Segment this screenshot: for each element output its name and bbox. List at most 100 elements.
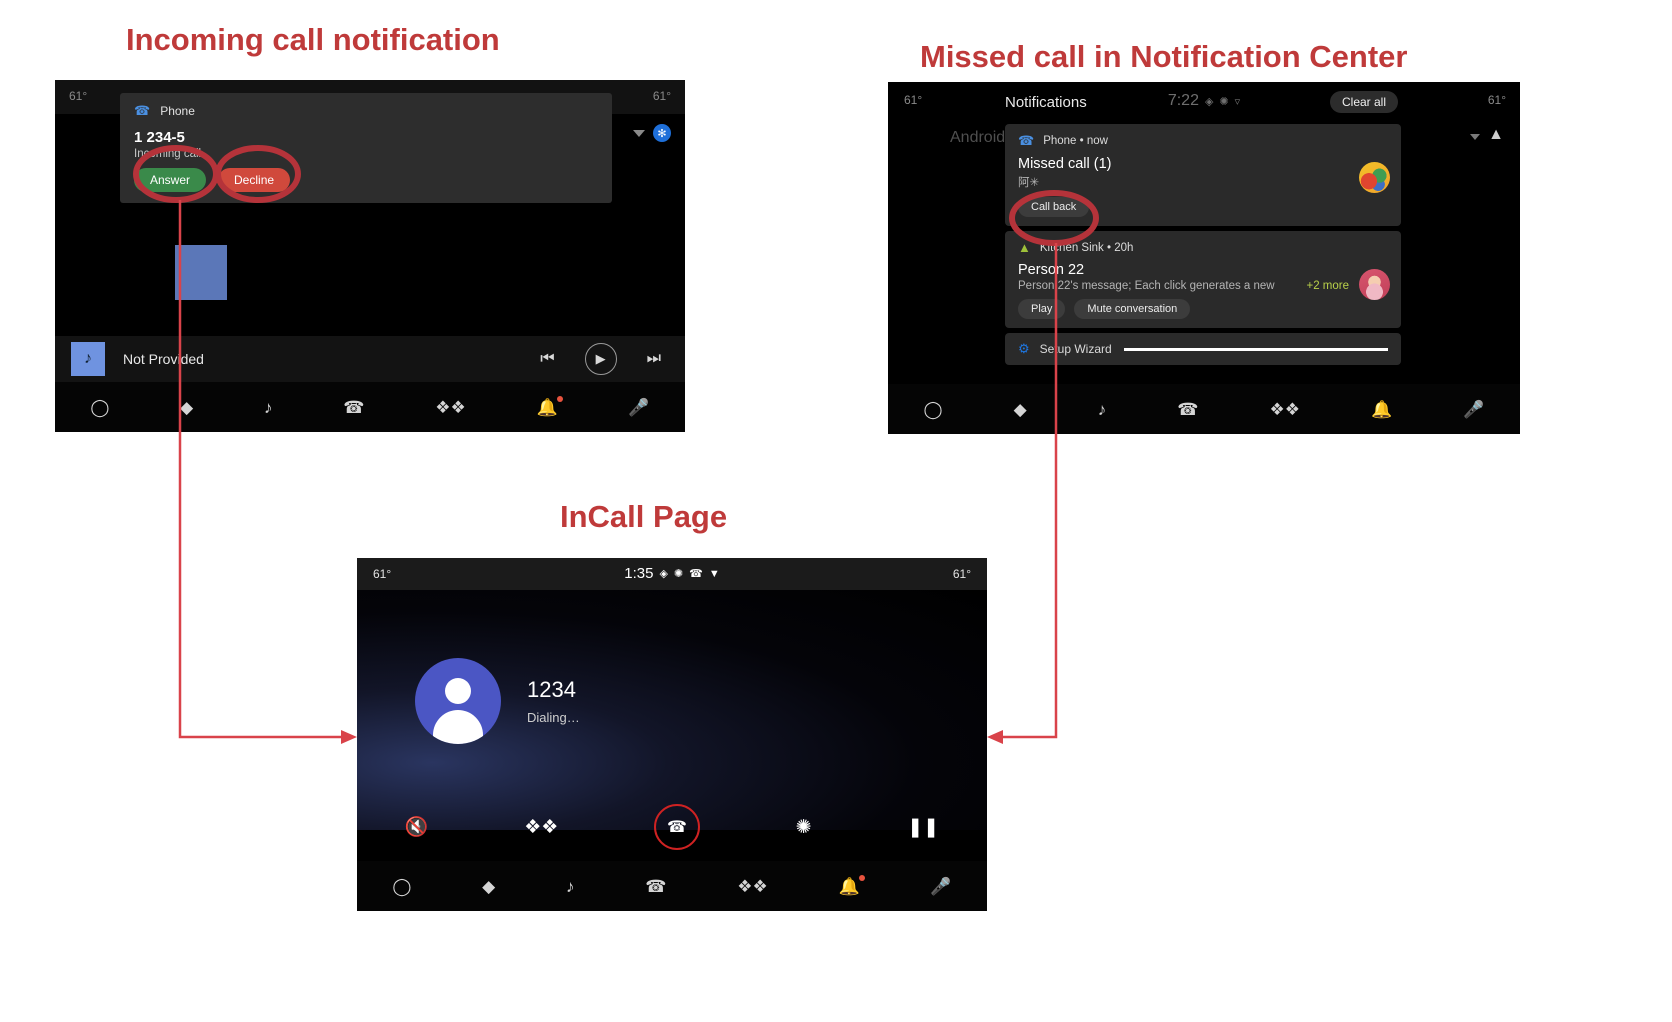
section-title-incoming: Incoming call notification: [126, 22, 500, 57]
bluetooth-icon[interactable]: ✺: [796, 816, 812, 839]
notification-center-screen: 61° Notifications 7:22 ◈ ✺ ▿ Clear all 6…: [888, 82, 1520, 434]
chevron-down-icon[interactable]: [1470, 134, 1480, 140]
location-icon: ◈: [1204, 95, 1214, 108]
notification-app-name: Kitchen Sink • 20h: [1039, 241, 1134, 254]
nav-apps-grid-icon[interactable]: ❖❖: [435, 399, 465, 416]
album-art-tile: [175, 245, 227, 300]
temperature-left: 61°: [904, 93, 923, 107]
nav-music-icon[interactable]: ♪: [1098, 401, 1107, 418]
incoming-call-notification-card[interactable]: ☎ Phone 1 234-5 Incoming call Answer Dec…: [120, 93, 612, 203]
bluetooth-icon[interactable]: ✻: [653, 124, 671, 142]
media-title: Not Provided: [123, 351, 204, 367]
status-clock-group: 7:22 ◈ ✺ ▿: [1168, 92, 1240, 110]
screenshot-canvas: Incoming call notification Missed call i…: [0, 0, 1672, 1022]
nav-microphone-icon[interactable]: 🎤: [930, 878, 951, 895]
notification-header: ☎ Phone: [134, 102, 598, 120]
notifications-header-label: Notifications: [1005, 94, 1087, 111]
incall-screen: 61° 1:35 ◈ ✺ ☎ ▼ 61° 1234 Dialing… 🔇 ❖❖: [357, 558, 987, 911]
mute-conversation-button[interactable]: Mute conversation: [1074, 299, 1191, 319]
contact-info: 1234 Dialing…: [415, 658, 580, 744]
temperature-left: 61°: [69, 89, 88, 103]
notification-title: Missed call (1): [1018, 156, 1112, 172]
nav-apps-grid-icon[interactable]: ❖❖: [1270, 401, 1300, 418]
end-call-button[interactable]: ☎: [653, 804, 700, 850]
progress-bar: [1123, 347, 1388, 351]
music-note-icon: ♪: [71, 342, 105, 376]
nav-home-icon[interactable]: ◯: [392, 878, 411, 895]
play-icon[interactable]: ▶: [584, 343, 617, 375]
nav-apps-grid-icon[interactable]: ❖❖: [737, 878, 767, 895]
play-button[interactable]: Play: [1018, 299, 1066, 319]
notification-badge-dot: [556, 395, 563, 402]
nav-phone-icon[interactable]: ☎: [343, 399, 364, 416]
navigation-bar: ◯ ◆ ♪ ☎ ❖❖ 🔔 🎤: [888, 384, 1520, 434]
temperature-right: 61°: [1487, 93, 1506, 107]
dialpad-icon[interactable]: ❖❖: [524, 816, 558, 839]
nav-music-icon[interactable]: ♪: [264, 399, 273, 416]
call-back-button[interactable]: Call back: [1018, 197, 1090, 217]
section-title-incall: InCall Page: [560, 499, 728, 534]
nav-phone-icon[interactable]: ☎: [1177, 401, 1198, 418]
media-playback-bar[interactable]: ♪ Not Provided ⏮ ▶ ⏭: [55, 336, 685, 382]
nav-home-icon[interactable]: ◯: [90, 399, 109, 416]
avatar: [1359, 162, 1390, 193]
bluetooth-icon: ✺: [673, 568, 684, 580]
phone-icon: ☎: [134, 103, 151, 118]
person-avatar-icon: [415, 658, 501, 744]
incoming-call-screen: 61° 61° B ✻ ☎ Phone 1 234-5 Incoming cal…: [55, 80, 685, 432]
notification-actions: Play Mute conversation: [1018, 299, 1388, 319]
caller-number: 1 234-5: [134, 129, 185, 146]
bluetooth-icon: ✺: [1219, 95, 1229, 108]
nav-navigation-icon[interactable]: ◆: [180, 399, 193, 416]
status-bar: 61° 1:35 ◈ ✺ ☎ ▼ 61°: [357, 558, 987, 590]
notification-badge-dot: [858, 874, 865, 881]
nav-navigation-icon[interactable]: ◆: [482, 878, 495, 895]
nav-phone-icon[interactable]: ☎: [645, 878, 666, 895]
background-app-label: Android: [950, 129, 1006, 146]
avatar: [1359, 269, 1390, 300]
kitchen-sink-icon: ▲: [1018, 240, 1031, 255]
notification-actions: Answer Decline: [134, 168, 598, 192]
arrow-head-right: [987, 730, 1003, 744]
notification-list: ☎ Phone • now Missed call (1) 阿✳ Call ba…: [1005, 124, 1401, 365]
temperature-right: 61°: [652, 89, 671, 103]
nav-home-icon[interactable]: ◯: [924, 401, 943, 418]
notification-header: ▲ Kitchen Sink • 20h: [1018, 240, 1388, 255]
skip-previous-icon[interactable]: ⏮: [540, 350, 554, 368]
nav-music-icon[interactable]: ♪: [566, 878, 575, 895]
skip-next-icon[interactable]: ⏭: [647, 350, 661, 368]
message-notification-card[interactable]: ▲ Kitchen Sink • 20h Person 22 Person 22…: [1005, 231, 1401, 328]
phone-icon: ☎: [1018, 133, 1035, 148]
nav-microphone-icon[interactable]: 🎤: [628, 399, 649, 416]
call-icon: ☎: [689, 568, 703, 580]
navigation-bar: ◯ ◆ ♪ ☎ ❖❖ 🔔 🎤: [55, 382, 685, 432]
status-clock-group: 1:35 ◈ ✺ ☎ ▼: [624, 565, 719, 582]
temperature-left: 61°: [373, 567, 392, 581]
temperature-right: 61°: [952, 567, 971, 581]
dialed-number: 1234: [527, 677, 576, 702]
wifi-icon: ▼: [708, 567, 720, 580]
clear-all-button[interactable]: Clear all: [1329, 91, 1398, 113]
nav-notifications-bell-icon[interactable]: 🔔: [838, 874, 865, 895]
status-bar: 61° Notifications 7:22 ◈ ✺ ▿ Clear all 6…: [888, 82, 1520, 120]
clock-label: 1:35: [624, 565, 654, 582]
section-title-missed: Missed call in Notification Center: [920, 39, 1408, 74]
call-state-label: Dialing…: [527, 710, 580, 725]
missed-call-notification-card[interactable]: ☎ Phone • now Missed call (1) 阿✳ Call ba…: [1005, 124, 1401, 226]
answer-button[interactable]: Answer: [134, 168, 207, 192]
nav-navigation-icon[interactable]: ◆: [1014, 401, 1027, 418]
clock-label: 7:22: [1167, 92, 1199, 109]
tree-icon: ▲: [1488, 126, 1504, 143]
nav-microphone-icon[interactable]: 🎤: [1463, 401, 1484, 418]
nav-notifications-bell-icon[interactable]: 🔔: [1371, 401, 1392, 418]
end-call-icon: ☎: [667, 819, 687, 836]
mic-off-icon[interactable]: 🔇: [405, 815, 429, 839]
nav-notifications-bell-icon[interactable]: 🔔: [536, 395, 563, 416]
setup-wizard-notification[interactable]: ⚙ Setup Wizard: [1005, 333, 1401, 365]
navigation-bar: ◯ ◆ ♪ ☎ ❖❖ 🔔 🎤: [357, 861, 987, 911]
pause-icon[interactable]: ❚❚: [907, 816, 939, 839]
chevron-down-icon[interactable]: [633, 130, 645, 137]
decline-button[interactable]: Decline: [218, 168, 291, 192]
more-messages-label[interactable]: +2 more: [1306, 280, 1349, 292]
notification-header: ☎ Phone • now: [1018, 133, 1388, 149]
